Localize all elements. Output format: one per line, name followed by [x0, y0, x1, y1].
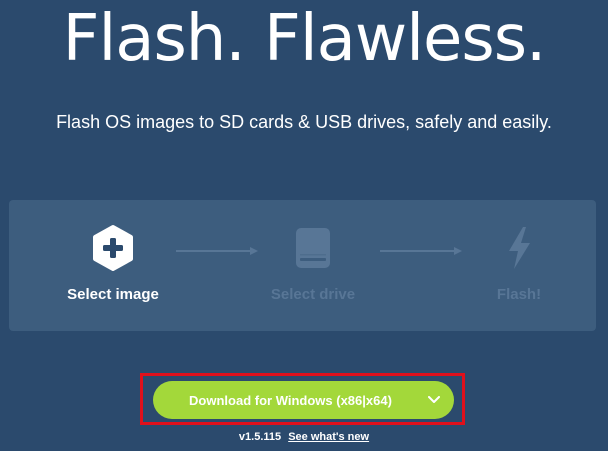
steps-panel: Select image Select drive Flash!: [9, 200, 596, 331]
lightning-icon: [497, 224, 541, 272]
download-button-label: Download for Windows (x86|x64): [189, 392, 392, 408]
drive-icon: [291, 224, 335, 272]
step-flash-label: Flash!: [496, 286, 542, 303]
step-select-drive: Select drive: [243, 200, 383, 331]
step-select-image[interactable]: Select image: [43, 200, 183, 331]
version-row: v1.5.115 See what's new: [0, 431, 608, 443]
plus-hexagon-icon[interactable]: [91, 224, 135, 272]
hero-title: Flash. Flawless.: [62, 2, 547, 76]
step-flash: Flash!: [449, 200, 589, 331]
hero-tagline: Flash OS images to SD cards & USB drives…: [56, 112, 552, 132]
step-select-drive-label: Select drive: [270, 286, 356, 303]
download-windows-button[interactable]: Download for Windows (x86|x64): [153, 381, 454, 419]
whats-new-link[interactable]: See what's new: [288, 431, 369, 443]
version-number: v1.5.115: [238, 431, 282, 443]
step-select-image-label: Select image: [67, 286, 159, 303]
chevron-down-icon[interactable]: [414, 396, 454, 404]
